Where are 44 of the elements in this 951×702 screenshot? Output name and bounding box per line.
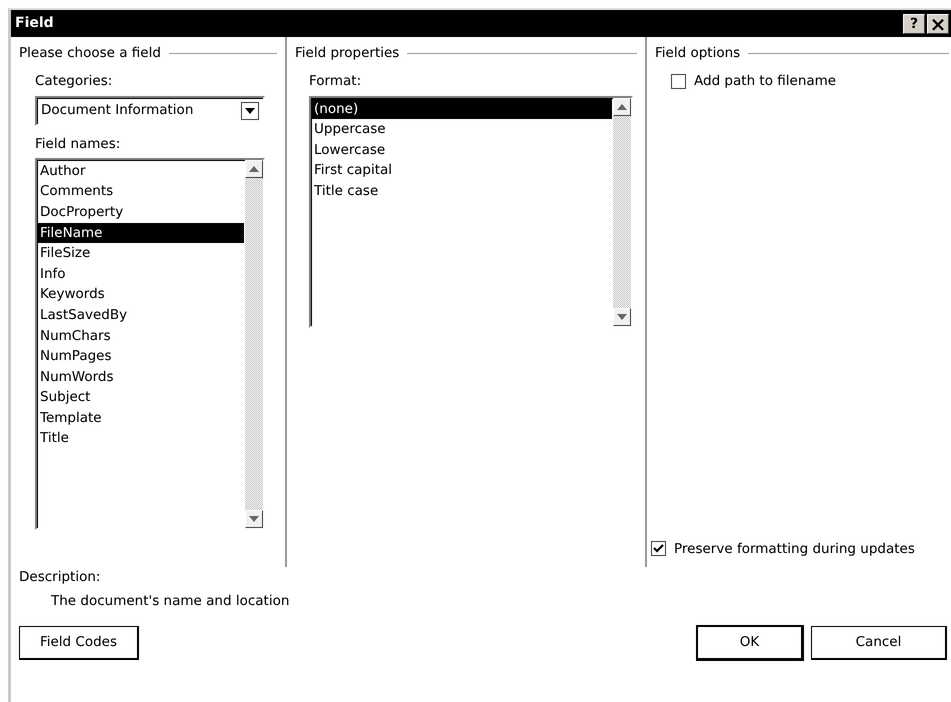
- scroll-up-icon[interactable]: [613, 98, 631, 116]
- group-title: Please choose a field: [19, 44, 161, 63]
- checkbox[interactable]: [651, 541, 666, 556]
- list-item[interactable]: Title: [38, 428, 244, 450]
- dialog-button[interactable]: Field Codes: [19, 626, 139, 660]
- dialog-button[interactable]: Cancel: [811, 626, 947, 660]
- list-item[interactable]: NumChars: [38, 326, 244, 346]
- list-item[interactable]: First capital: [312, 160, 612, 181]
- field-label: Format:: [309, 72, 362, 92]
- window-title: Field: [15, 14, 54, 33]
- list-item[interactable]: NumPages: [38, 346, 244, 367]
- list-item[interactable]: DocProperty: [38, 202, 244, 223]
- scrollbar[interactable]: [245, 160, 263, 528]
- list-item[interactable]: LastSavedBy: [38, 304, 244, 326]
- help-button[interactable]: ?: [903, 14, 925, 34]
- list-item[interactable]: Title case: [312, 180, 612, 202]
- checkbox-label[interactable]: Add path to filename: [694, 71, 836, 92]
- scroll-up-icon[interactable]: [245, 160, 263, 178]
- list-item[interactable]: FileName: [38, 222, 244, 244]
- description-label: Description:: [19, 568, 102, 587]
- list-item[interactable]: Comments: [38, 181, 244, 202]
- scroll-down-icon[interactable]: [613, 308, 631, 326]
- checkbox[interactable]: [671, 74, 686, 89]
- list-item[interactable]: Author: [38, 160, 244, 182]
- group-title: Field options: [655, 44, 740, 63]
- field-label: Field names:: [35, 134, 122, 154]
- list-item[interactable]: Uppercase: [312, 119, 612, 140]
- list-item[interactable]: Info: [38, 264, 244, 284]
- checkbox-label[interactable]: Preserve formatting during updates: [674, 538, 915, 559]
- list-item[interactable]: NumWords: [38, 366, 244, 388]
- list-item[interactable]: Lowercase: [312, 140, 612, 160]
- list-item[interactable]: Subject: [38, 387, 244, 408]
- categories-dropdown[interactable]: Document Information: [35, 96, 265, 126]
- list-item[interactable]: FileSize: [38, 243, 244, 264]
- list-item[interactable]: (none): [312, 98, 612, 120]
- scroll-down-icon[interactable]: [245, 510, 263, 528]
- group-title: Field properties: [295, 44, 400, 63]
- dialog-button[interactable]: OK: [697, 626, 803, 660]
- close-button[interactable]: ×: [927, 14, 949, 34]
- field-label: Categories:: [35, 72, 114, 92]
- list-item[interactable]: Keywords: [38, 284, 244, 305]
- scrollbar[interactable]: [613, 98, 631, 326]
- description-text: The document's name and location: [50, 592, 290, 612]
- list-item[interactable]: Template: [38, 408, 244, 428]
